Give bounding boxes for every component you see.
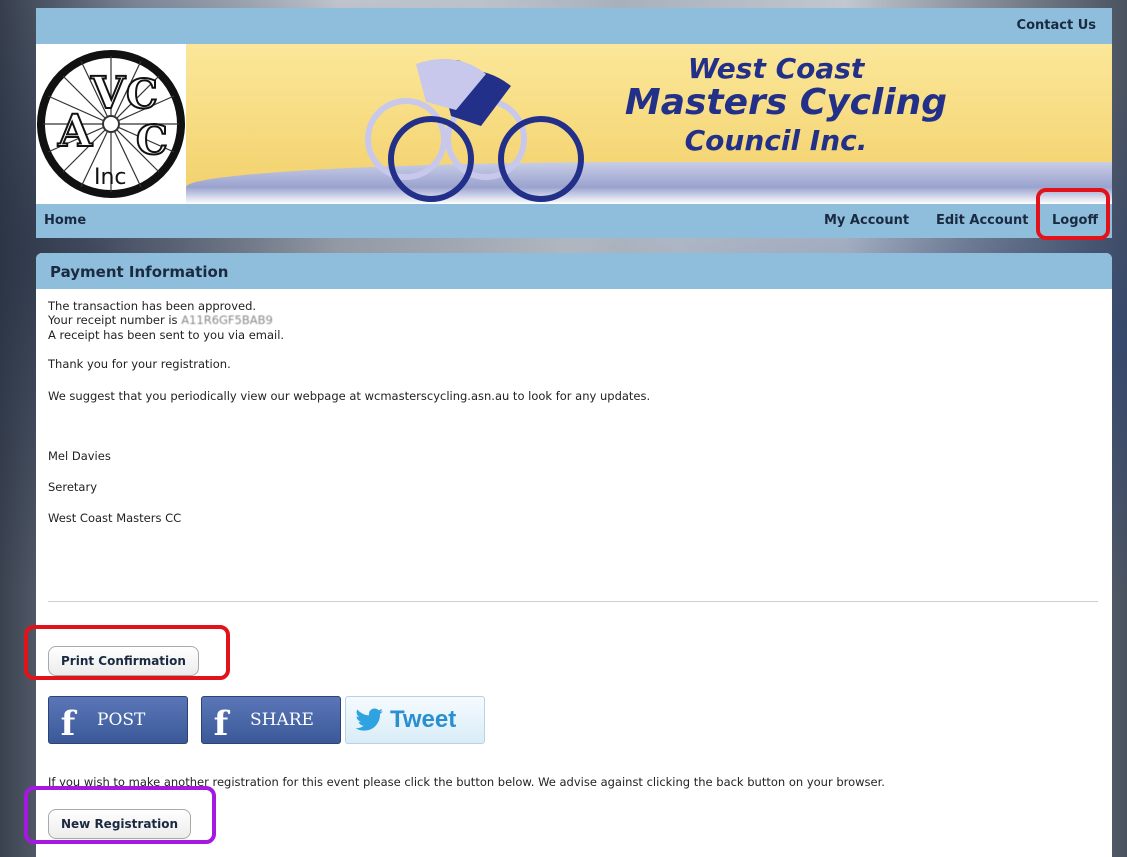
logo-letter-a: A [57,106,93,157]
signer-title: Seretary [48,480,98,494]
receipt-line: Your receipt number is A11R6GF5BAB9 [48,313,273,327]
emailed-text: A receipt has been sent to you via email… [48,328,285,342]
page-title: Payment Information [50,263,229,281]
receipt-prefix: Your receipt number is [48,313,178,327]
banner-title-line-1: West Coast [687,52,865,85]
tweet-label: Tweet [390,706,457,733]
thanks-text: Thank you for your registration. [48,357,231,371]
nav-my-account[interactable]: My Account [824,213,909,228]
post-label: POST [97,710,146,730]
panel-header: Payment Information [36,253,1112,289]
logo-letter-v: V [90,68,126,119]
receipt-number: A11R6GF5BAB9 [181,313,273,327]
approved-text: The transaction has been approved. [48,299,257,313]
wmcc-logo: A V C C Inc [37,50,185,198]
logoff-highlight [1036,188,1110,240]
nav-bar: Home My Account Edit Account Logoff [36,204,1112,238]
banner-wave [186,162,1112,204]
twitter-bird-icon [355,708,383,731]
new-registration-highlight [24,786,216,844]
suggest-text: We suggest that you periodically view ou… [48,389,651,403]
nav-home[interactable]: Home [44,213,86,228]
facebook-share-button[interactable]: f SHARE [201,696,341,744]
logo-letter-c1: C [126,71,158,118]
top-bar: Contact Us [36,8,1112,44]
print-highlight [24,625,230,680]
share-label: SHARE [250,710,314,730]
facebook-f-icon: f [213,704,229,744]
divider [48,601,1098,602]
payment-info-panel: Payment Information The transaction has … [36,253,1112,857]
banner-title-line-2: Masters Cycling [624,82,948,123]
facebook-post-button[interactable]: f POST [48,696,188,744]
cyclist-graphic [365,58,584,202]
header-banner: A V C C Inc West Coast Masters Cycling C… [36,44,1112,204]
logo-inc: Inc [94,165,127,190]
nav-edit-account[interactable]: Edit Account [936,213,1029,228]
tweet-button[interactable]: Tweet [345,696,485,744]
signer-org: West Coast Masters CC [48,511,182,525]
signer-name: Mel Davies [48,449,111,463]
logo-letter-c2: C [136,117,168,164]
banner-title-line-3: Council Inc. [684,124,868,157]
contact-us-link[interactable]: Contact Us [1017,18,1096,33]
facebook-f-icon: f [60,704,76,744]
page-frame: Contact Us A V C C Inc West Coast Master… [24,8,1112,857]
